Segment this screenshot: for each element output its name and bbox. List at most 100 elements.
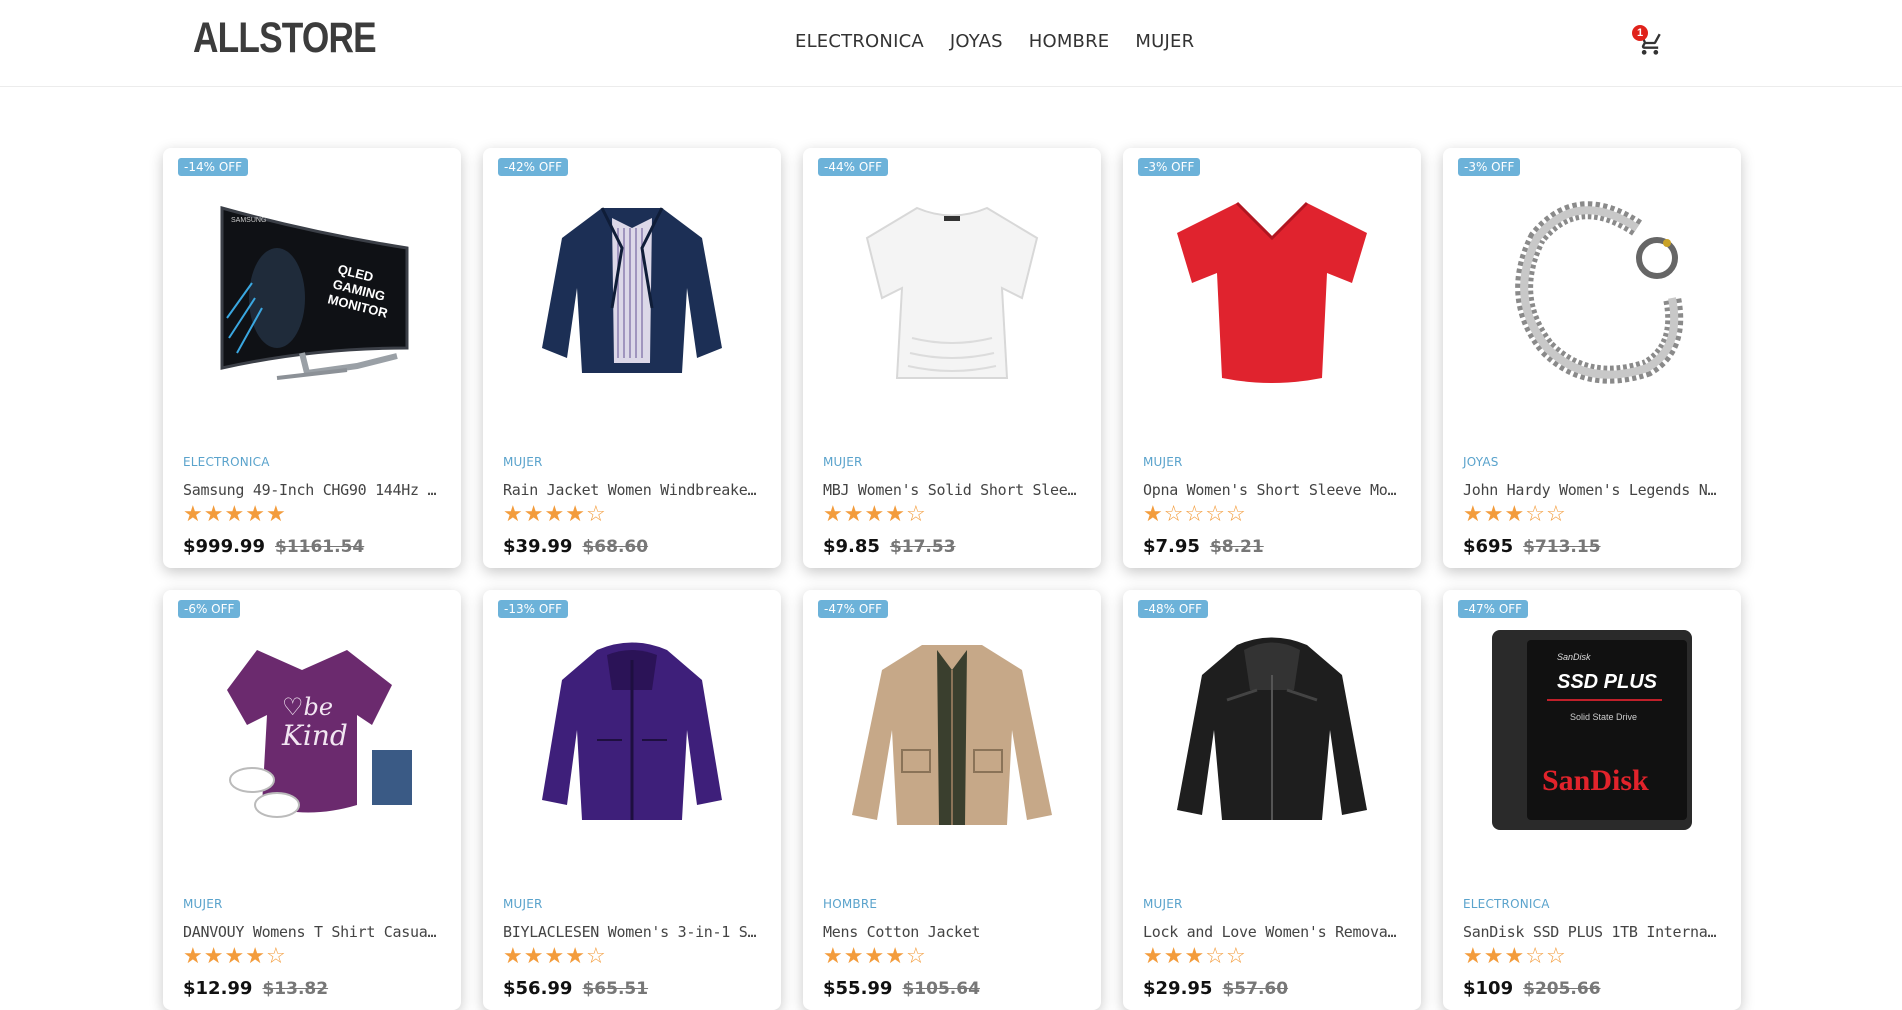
- star-filled-icon: ★: [1143, 502, 1164, 527]
- product-title[interactable]: Samsung 49-Inch CHG90 144Hz Curved Gamin…: [183, 481, 445, 499]
- discount-badge: -3% OFF: [1138, 158, 1201, 176]
- khaki-jacket-image: [852, 645, 1052, 825]
- curved-monitor-image: QLED GAMING MONITOR SAMSUNG: [220, 206, 409, 380]
- star-empty-icon: ☆: [1525, 944, 1546, 969]
- product-category: MUJER: [503, 455, 543, 469]
- product-image-bracelet[interactable]: [1443, 178, 1741, 398]
- main-nav: ELECTRONICA JOYAS HOMBRE MUJER: [795, 31, 1194, 52]
- product-card[interactable]: -6% OFF ♡be Kind MUJER DANVOUY Womens T …: [163, 590, 461, 1010]
- old-price: $13.82: [262, 979, 329, 999]
- nav-item-joyas[interactable]: JOYAS: [950, 31, 1003, 52]
- product-card[interactable]: -3% OFF MUJER Opna Women's Short Sleeve …: [1123, 148, 1421, 568]
- product-card[interactable]: -3% OFF JOYAS John Hardy Women's Legends…: [1443, 148, 1741, 568]
- ssd-text: SanDisk: [1557, 652, 1591, 662]
- product-image-ssd[interactable]: SanDisk SSD PLUS Solid State Drive SanDi…: [1443, 620, 1741, 840]
- discount-badge: -42% OFF: [498, 158, 569, 176]
- product-category: MUJER: [183, 897, 223, 911]
- nav-item-mujer[interactable]: MUJER: [1135, 31, 1194, 52]
- white-top-image: [865, 206, 1039, 379]
- product-image-purple-tshirt[interactable]: ♡be Kind: [163, 620, 461, 840]
- product-image-monitor[interactable]: QLED GAMING MONITOR SAMSUNG: [163, 178, 461, 398]
- ssd-text: SSD PLUS: [1557, 671, 1658, 693]
- star-empty-icon: ☆: [585, 502, 607, 527]
- product-image-red-tshirt[interactable]: [1123, 178, 1421, 398]
- product-category: MUJER: [1143, 455, 1183, 469]
- star-empty-icon: ☆: [265, 944, 287, 969]
- bracelet-image: [1515, 201, 1684, 384]
- product-image-white-top[interactable]: [803, 178, 1101, 398]
- product-image-khaki-jacket[interactable]: [803, 620, 1101, 840]
- navy-jacket-image: [542, 207, 722, 373]
- star-empty-icon: ☆: [585, 944, 607, 969]
- rating-stars: ★★★★☆: [503, 944, 607, 969]
- product-image-purple-jacket[interactable]: [483, 620, 781, 840]
- star-filled-icon: ★: [885, 502, 906, 527]
- product-card[interactable]: -48% OFF MUJER Lock and Love Women's Rem…: [1123, 590, 1421, 1010]
- star-empty-icon: ☆: [1545, 944, 1567, 969]
- product-card[interactable]: -44% OFF MUJER MBJ Women's Solid Short S…: [803, 148, 1101, 568]
- rating-stars: ★★★☆☆: [1463, 944, 1567, 969]
- discount-badge: -14% OFF: [178, 158, 249, 176]
- price: $12.99: [183, 978, 253, 999]
- rating-stars: ★★★★☆: [823, 502, 927, 527]
- product-title[interactable]: MBJ Women's Solid Short Sleeve Boat Neck…: [823, 481, 1085, 499]
- star-empty-icon: ☆: [1225, 502, 1247, 527]
- price: $7.95: [1143, 536, 1200, 557]
- product-card[interactable]: -47% OFF HOMBRE Mens Cotton Jacket ★★★★☆…: [803, 590, 1101, 1010]
- price-row: $29.95 $57.60: [1143, 978, 1288, 999]
- purple-tshirt-image: ♡be Kind: [227, 650, 412, 818]
- product-category: ELECTRONICA: [1463, 897, 1550, 911]
- old-price: $713.15: [1523, 537, 1601, 557]
- price-row: $109 $205.66: [1463, 978, 1601, 999]
- rating-stars: ★★★★★: [183, 502, 287, 527]
- discount-badge: -47% OFF: [1458, 600, 1529, 618]
- star-filled-icon: ★: [224, 944, 246, 969]
- old-price: $17.53: [889, 537, 956, 557]
- price: $695: [1463, 536, 1514, 557]
- nav-item-electronica[interactable]: ELECTRONICA: [795, 31, 924, 52]
- star-filled-icon: ★: [1483, 502, 1505, 527]
- rating-stars: ★★★☆☆: [1143, 944, 1247, 969]
- nav-item-hombre[interactable]: HOMBRE: [1029, 31, 1110, 52]
- star-filled-icon: ★: [1483, 944, 1505, 969]
- product-card[interactable]: -13% OFF MUJER BIYLACLESEN Women's 3-in-…: [483, 590, 781, 1010]
- product-card[interactable]: -42% OFF MUJER Rain Jacket Women Windbre…: [483, 148, 781, 568]
- product-title[interactable]: Rain Jacket Women Windbreaker Striped Cl…: [503, 481, 765, 499]
- star-filled-icon: ★: [203, 944, 225, 969]
- star-filled-icon: ★: [565, 944, 586, 969]
- star-empty-icon: ☆: [1225, 944, 1247, 969]
- product-title[interactable]: John Hardy Women's Legends Naga Gold & S…: [1463, 481, 1725, 499]
- price: $55.99: [823, 978, 893, 999]
- product-category: MUJER: [1143, 897, 1183, 911]
- logo[interactable]: ALLSTORE: [193, 14, 377, 63]
- product-category: JOYAS: [1463, 455, 1499, 469]
- product-card[interactable]: -14% OFF QLED GAMING MONITOR SAMSUNG ELE…: [163, 148, 461, 568]
- star-filled-icon: ★: [183, 944, 204, 969]
- star-filled-icon: ★: [1504, 944, 1526, 969]
- star-filled-icon: ★: [544, 502, 566, 527]
- star-empty-icon: ☆: [1184, 502, 1206, 527]
- star-empty-icon: ☆: [1525, 502, 1546, 527]
- star-filled-icon: ★: [864, 944, 886, 969]
- cart-button[interactable]: 1: [1632, 22, 1668, 62]
- star-filled-icon: ★: [823, 944, 844, 969]
- product-card[interactable]: -47% OFF SanDisk SSD PLUS Solid State Dr…: [1443, 590, 1741, 1010]
- product-title[interactable]: Opna Women's Short Sleeve Moisture: [1143, 481, 1405, 499]
- star-filled-icon: ★: [245, 502, 266, 527]
- ssd-text: SanDisk: [1542, 764, 1649, 797]
- old-price: $57.60: [1222, 979, 1289, 999]
- star-filled-icon: ★: [1463, 944, 1484, 969]
- star-filled-icon: ★: [503, 502, 524, 527]
- discount-badge: -6% OFF: [178, 600, 241, 618]
- red-tshirt-image: [1177, 201, 1367, 383]
- star-empty-icon: ☆: [1205, 944, 1226, 969]
- star-filled-icon: ★: [1504, 502, 1526, 527]
- old-price: $1161.54: [274, 537, 365, 557]
- product-category: MUJER: [823, 455, 863, 469]
- price-row: $7.95 $8.21: [1143, 536, 1264, 557]
- rating-stars: ★★★★☆: [183, 944, 287, 969]
- price-row: $56.99 $65.51: [503, 978, 648, 999]
- product-image-navy-jacket[interactable]: [483, 178, 781, 398]
- rating-stars: ★☆☆☆☆: [1143, 502, 1247, 527]
- product-image-black-leather-jacket[interactable]: [1123, 620, 1421, 840]
